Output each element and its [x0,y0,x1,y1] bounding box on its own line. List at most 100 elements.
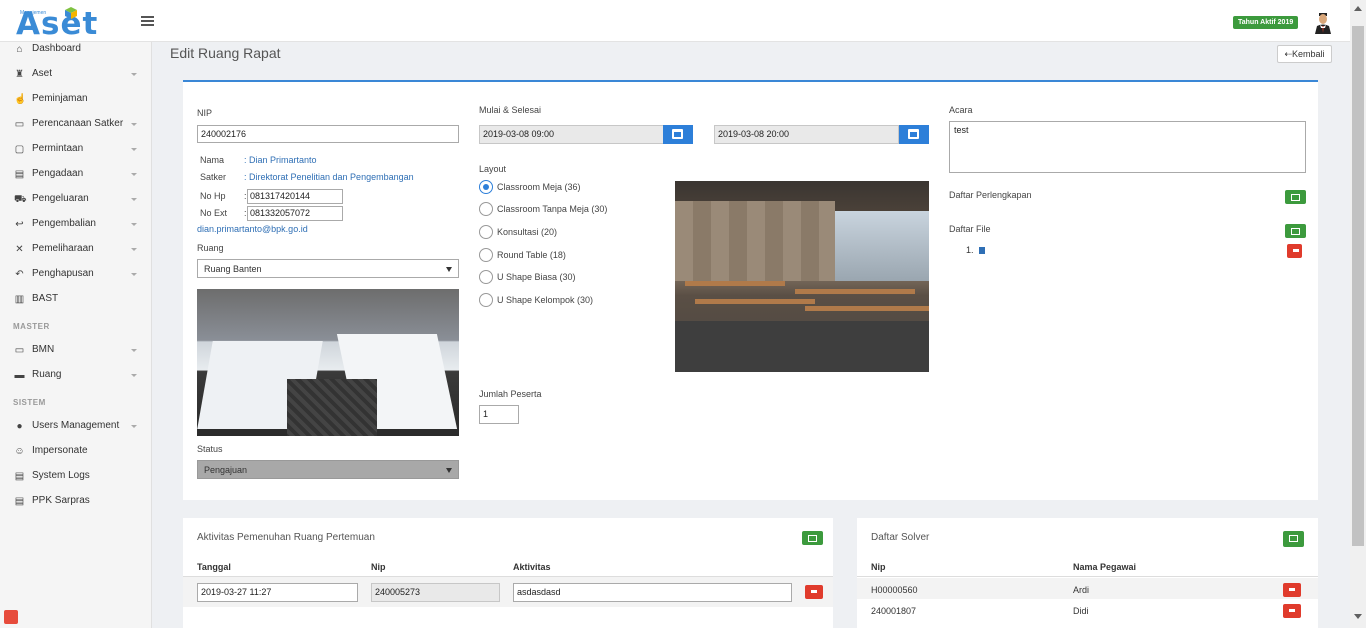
layout-radio-classroom-meja[interactable] [479,180,493,194]
sidebar-item-aset[interactable]: ♜ Aset [0,66,152,86]
chevron-down-icon [131,349,137,352]
layout-radio-u-shape-biasa[interactable] [479,270,493,284]
solver-nip: H00000560 [871,585,918,595]
jumlah-peserta-input[interactable]: 1 [479,405,519,424]
status-selected-value: Pengajuan [204,465,248,475]
selesai-calendar-button[interactable] [899,125,929,144]
col-solver-nip: Nip [871,562,886,572]
sidebar-item-pengembalian[interactable]: ↩ Pengembalian [0,216,152,236]
layout-radio-konsultasi[interactable] [479,225,493,239]
sidebar-item-perencanaan-satker[interactable]: ▭ Perencanaan Satker [0,116,152,136]
sidebar-item-label: Dashboard [32,43,81,54]
sidebar-item-impersonate[interactable]: ☺ Impersonate [0,443,152,463]
add-solver-button[interactable] [1283,531,1304,547]
sidebar-item-ruang[interactable]: ▬ Ruang [0,367,152,387]
calendar-icon [908,129,919,139]
list-icon: ▤ [14,471,25,482]
layout-option-label: Konsultasi (20) [497,227,558,237]
mask-icon: ☺ [14,446,25,457]
sidebar-item-penghapusan[interactable]: ↶ Penghapusan [0,266,152,286]
photo-carpet [287,379,377,436]
aktivitas-nip-input[interactable]: 240005273 [371,583,500,602]
acara-label: Acara [949,105,973,115]
back-button[interactable]: ⇠Kembali [1277,45,1332,63]
selesai-input[interactable]: 2019-03-08 20:00 [714,125,899,144]
acara-textarea[interactable]: test [949,121,1306,173]
sidebar-item-pengeluaran[interactable]: ⛟ Pengeluaran [0,191,152,211]
layout-photo [675,181,929,372]
sidebar-item-permintaan[interactable]: ▢ Permintaan [0,141,152,161]
page-scrollbar[interactable] [1350,0,1366,628]
sidebar-item-users-management[interactable]: ● Users Management [0,418,152,438]
aktivitas-text-input[interactable]: asdasdasd [513,583,792,602]
tools-icon: ✕ [15,244,24,255]
layout-option-label: Classroom Meja (36) [497,182,581,192]
tahun-aktif-badge[interactable]: Tahun Aktif 2019 [1233,16,1299,29]
status-select[interactable]: Pengajuan [197,460,459,479]
satker-key: Satker [200,172,227,182]
sidebar-item-pemeliharaan[interactable]: ✕ Pemeliharaan [0,241,152,261]
scroll-up-icon[interactable] [1354,6,1362,11]
sidebar-item-bmn[interactable]: ▭ BMN [0,342,152,362]
sidebar-item-peminjaman[interactable]: ☝ Peminjaman [0,91,152,111]
photo-desk [685,281,785,286]
photo-desk [695,299,815,304]
daftar-file-label: Daftar File [949,224,991,234]
sidebar-item-system-logs[interactable]: ▤ System Logs [0,468,152,488]
solver-nama: Didi [1073,606,1089,616]
sidebar-item-bast[interactable]: ▥ BAST [0,291,152,311]
scroll-down-icon[interactable] [1354,614,1362,619]
layout-radio-u-shape-kelompok[interactable] [479,293,493,307]
user-avatar[interactable] [1314,12,1332,34]
scroll-thumb[interactable] [1352,26,1364,546]
mulai-input[interactable]: 2019-03-08 09:00 [479,125,664,144]
clipboard-icon: ▢ [14,144,25,155]
noext-input[interactable]: 081332057072 [247,206,343,221]
nohp-input[interactable]: 081317420144 [247,189,343,204]
delete-solver-button[interactable] [1283,604,1301,618]
aktivitas-title: Aktivitas Pemenuhan Ruang Pertemuan [197,532,375,543]
couch-icon: ▬ [14,370,25,381]
jumlah-peserta-label: Jumlah Peserta [479,389,542,399]
nama-key: Nama [200,155,225,165]
aktivitas-tanggal-input[interactable]: 2019-03-27 11:27 [197,583,358,602]
sidebar-item-pengadaan[interactable]: ▤ Pengadaan [0,166,152,186]
satker-value: : Direktorat Penelitian dan Pengembangan [244,172,414,182]
app-logo[interactable]: Manajemen Aset [16,4,97,41]
layout-radio-classroom-tanpa-meja[interactable] [479,202,493,216]
file-icon[interactable] [979,247,985,254]
menu-toggle-icon[interactable] [141,16,154,26]
chevron-down-icon [131,273,137,276]
page-title: Edit Ruang Rapat [170,45,281,61]
delete-file-button[interactable] [1287,244,1302,258]
chevron-down-icon [131,148,137,151]
col-tanggal: Tanggal [197,562,231,572]
nama-value: : Dian Primartanto [244,155,317,165]
add-perlengkapan-button[interactable] [1285,190,1306,204]
chevron-down-icon [131,173,137,176]
top-bar: Manajemen Aset Tahun Aktif 2019 [0,0,1350,42]
mulai-calendar-button[interactable] [663,125,693,144]
delete-aktivitas-button[interactable] [805,585,823,599]
sidebar-item-label: Aset [32,68,53,79]
logo-text: Aset [16,6,99,42]
add-file-button[interactable] [1285,224,1306,238]
sidebar-item-dashboard[interactable]: ⌂ Dashboard [0,41,152,61]
list-icon: ▤ [14,496,25,507]
dropdown-arrow-icon [446,267,452,272]
add-aktivitas-button[interactable] [802,531,823,545]
app-corner-icon[interactable] [4,610,18,624]
hand-icon: ☝ [14,94,27,105]
chevron-down-icon [131,425,137,428]
keyboard-icon: ▭ [14,119,25,130]
sidebar-item-ppk-sarpras[interactable]: ▤ PPK Sarpras [0,493,152,513]
email-link[interactable]: dian.primartanto@bpk.go.id [197,224,308,234]
delete-solver-button[interactable] [1283,583,1301,597]
layout-radio-round-table[interactable] [479,248,493,262]
ruang-photo [197,289,459,436]
layout-option-label: Round Table (18) [497,250,566,260]
nip-input[interactable]: 240002176 [197,125,459,143]
ruang-select[interactable]: Ruang Banten [197,259,459,278]
dropdown-arrow-icon [446,468,452,473]
daftar-perlengkapan-label: Daftar Perlengkapan [949,190,1032,200]
